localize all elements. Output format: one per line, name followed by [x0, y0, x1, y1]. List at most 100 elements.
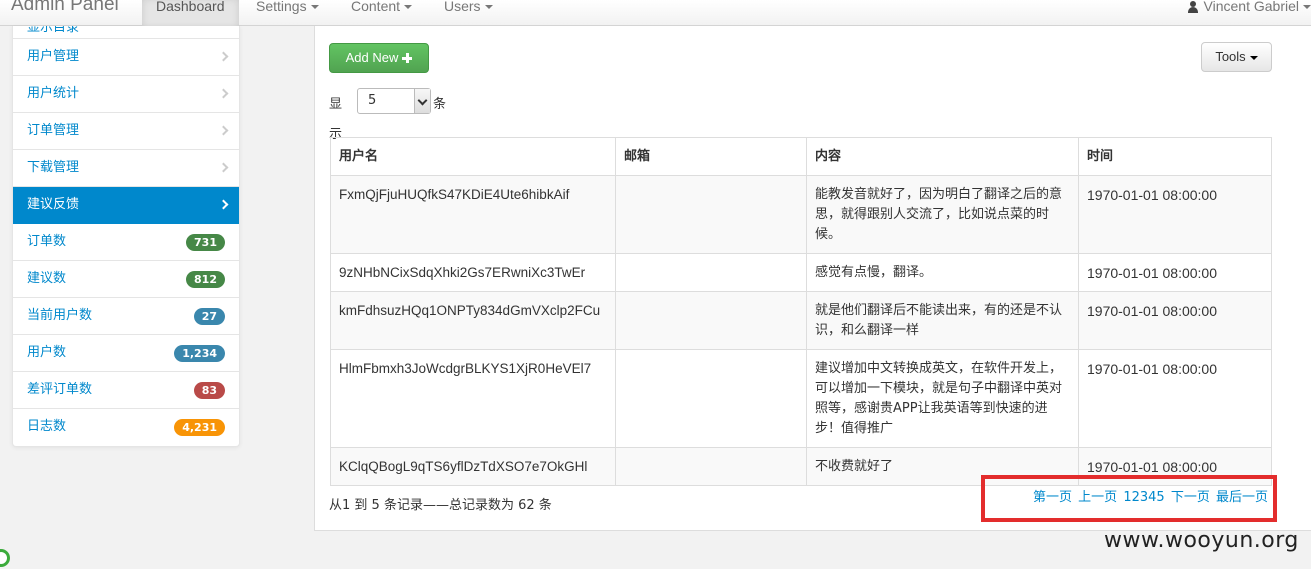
sidebar-item-bad-review-count[interactable]: 差评订单数 83 — [13, 372, 239, 409]
sidebar-item-partial[interactable]: 显示目录 — [13, 26, 239, 39]
sidebar-item-label: 下载管理 — [27, 160, 80, 175]
page-size-value: 5 — [368, 93, 377, 108]
sidebar-item-suggestion-count[interactable]: 建议数 812 — [13, 261, 239, 298]
cell-email — [615, 349, 807, 448]
add-new-label: Add New — [345, 50, 399, 65]
add-new-button[interactable]: Add New — [329, 43, 429, 73]
sidebar-item-label: 日志数 — [27, 419, 67, 434]
sidebar-item-download-management[interactable]: 下载管理 — [13, 150, 239, 187]
cell-content: 就是他们翻译后不能读出来，有的还是不认识，和么翻译一样 — [806, 291, 1079, 350]
column-header-content[interactable]: 内容 — [806, 137, 1079, 176]
nav-settings[interactable]: Settings — [242, 0, 333, 26]
record-summary: 从1 到 5 条记录——总记录数为 62 条 — [329, 498, 552, 513]
nav-dashboard[interactable]: Dashboard — [142, 0, 239, 26]
cell-email — [615, 447, 807, 486]
column-header-username[interactable]: 用户名 — [330, 137, 616, 176]
sidebar-item-label: 订单数 — [27, 234, 67, 249]
cell-email — [615, 253, 807, 292]
chevron-down-icon — [1303, 5, 1311, 10]
sidebar-item-label: 用户数 — [27, 345, 67, 360]
sidebar-item-label: 订单管理 — [27, 123, 80, 138]
pager-last-link[interactable]: 最后一页 — [1216, 490, 1268, 505]
top-navbar: Admin Panel Dashboard Settings Content U… — [0, 0, 1311, 26]
nav-content[interactable]: Content — [337, 0, 426, 26]
cell-email — [615, 175, 807, 254]
tools-label: Tools — [1215, 49, 1246, 64]
sidebar: 显示目录 用户管理 用户统计 订单管理 下载管理 建议反馈 订单数 731 建议数… — [12, 26, 240, 447]
chevron-down-icon — [484, 5, 493, 10]
page-size-suffix: 条 — [433, 97, 447, 112]
sidebar-item-user-stats[interactable]: 用户统计 — [13, 76, 239, 113]
cell-content: 感觉有点慢，翻译。 — [806, 253, 1079, 292]
table-row: HlmFbmxh3JoWcdgrBLKYS1XjR0HeVEl7 建议增加中文转… — [330, 349, 1272, 448]
pager-next-link[interactable]: 下一页 — [1171, 490, 1210, 505]
sidebar-item-label: 建议反馈 — [27, 197, 80, 212]
sidebar-item-current-user-count[interactable]: 当前用户数 27 — [13, 298, 239, 335]
count-badge: 83 — [193, 382, 225, 399]
chevron-right-icon — [218, 125, 229, 136]
sidebar-item-label: 用户统计 — [27, 86, 80, 101]
sidebar-item-user-management[interactable]: 用户管理 — [13, 39, 239, 76]
user-menu[interactable]: Vincent Gabriel — [1187, 0, 1311, 17]
table-row: kmFdhsuzHQq1ONPTy834dGmVXclp2FCu 就是他们翻译后… — [330, 291, 1272, 350]
user-name: Vincent Gabriel — [1203, 0, 1299, 14]
nav-users-label: Users — [444, 0, 481, 14]
chevron-down-icon — [404, 5, 413, 10]
watermark: www.wooyun.org — [1104, 528, 1299, 553]
sidebar-item-order-count[interactable]: 订单数 731 — [13, 224, 239, 261]
cell-username: kmFdhsuzHQq1ONPTy834dGmVXclp2FCu — [330, 291, 616, 350]
chevron-right-icon — [218, 162, 229, 173]
sidebar-item-label: 当前用户数 — [27, 308, 93, 323]
chevron-right-icon — [218, 51, 229, 62]
chevron-right-icon — [218, 88, 229, 99]
chevron-down-icon[interactable] — [414, 89, 430, 113]
nav-users[interactable]: Users — [430, 0, 507, 26]
plus-icon — [402, 53, 413, 63]
cell-time: 1970-01-01 08:00:00 — [1078, 253, 1272, 292]
chevron-right-icon — [218, 199, 229, 210]
brand-title[interactable]: Admin Panel — [11, 0, 119, 16]
cell-time: 1970-01-01 08:00:00 — [1078, 291, 1272, 350]
sidebar-item-label: 用户管理 — [27, 49, 80, 64]
cell-username: KClqQBogL9qTS6yflDzTdXSO7e7OkGHl — [330, 447, 616, 486]
user-icon — [1187, 1, 1199, 14]
cell-time: 1970-01-01 08:00:00 — [1078, 349, 1272, 448]
page-size-select[interactable]: 5 — [357, 88, 431, 114]
nav-content-label: Content — [351, 0, 401, 14]
main-panel: Add New Tools 显示 5 条 用户名 邮箱 内容 时间 FxmQjF… — [314, 26, 1311, 531]
chevron-down-icon — [310, 5, 319, 10]
cell-username: FxmQjFjuHUQfkS47KDiE4Ute6hibkAif — [330, 175, 616, 254]
pager-pages-link[interactable]: 12345 — [1123, 490, 1164, 505]
cell-email — [615, 291, 807, 350]
count-badge: 4,231 — [174, 419, 225, 436]
sidebar-item-log-count[interactable]: 日志数 4,231 — [13, 409, 239, 446]
cell-username: HlmFbmxh3JoWcdgrBLKYS1XjR0HeVEl7 — [330, 349, 616, 448]
cell-content: 能教发音就好了，因为明白了翻译之后的意思，就得跟别人交流了，比如说点菜的时候。 — [806, 175, 1079, 254]
cell-content: 建议增加中文转换成英文，在软件开发上，可以增加一下模块，就是句子中翻译中英对照等… — [806, 349, 1079, 448]
sidebar-item-label: 差评订单数 — [27, 382, 93, 397]
sidebar-item-label: 显示目录 — [27, 26, 80, 35]
sidebar-item-feedback[interactable]: 建议反馈 — [13, 187, 239, 224]
pager-prev-link[interactable]: 上一页 — [1078, 490, 1117, 505]
chevron-down-icon — [1249, 55, 1258, 60]
feedback-table: 用户名 邮箱 内容 时间 FxmQjFjuHUQfkS47KDiE4Ute6hi… — [330, 137, 1272, 486]
column-header-time[interactable]: 时间 — [1078, 137, 1272, 176]
pager-first-link[interactable]: 第一页 — [1033, 490, 1072, 505]
column-header-email[interactable]: 邮箱 — [615, 137, 807, 176]
count-badge: 27 — [193, 308, 225, 325]
table-header-row: 用户名 邮箱 内容 时间 — [330, 137, 1272, 176]
sidebar-item-label: 建议数 — [27, 271, 67, 286]
nav-settings-label: Settings — [256, 0, 307, 14]
pagination: 第一页 上一页 12345 下一页 最后一页 — [981, 475, 1277, 522]
count-badge: 731 — [186, 234, 225, 251]
table-row: 9zNHbNCixSdqXhki2Gs7ERwniXc3TwEr 感觉有点慢，翻… — [330, 253, 1272, 292]
cell-time: 1970-01-01 08:00:00 — [1078, 175, 1272, 254]
tools-button[interactable]: Tools — [1201, 42, 1272, 72]
sidebar-item-order-management[interactable]: 订单管理 — [13, 113, 239, 150]
sidebar-item-user-count[interactable]: 用户数 1,234 — [13, 335, 239, 372]
logo-icon — [0, 549, 10, 567]
count-badge: 812 — [186, 271, 225, 288]
table-row: FxmQjFjuHUQfkS47KDiE4Ute6hibkAif 能教发音就好了… — [330, 175, 1272, 254]
nav-dashboard-label: Dashboard — [156, 0, 225, 14]
cell-username: 9zNHbNCixSdqXhki2Gs7ERwniXc3TwEr — [330, 253, 616, 292]
